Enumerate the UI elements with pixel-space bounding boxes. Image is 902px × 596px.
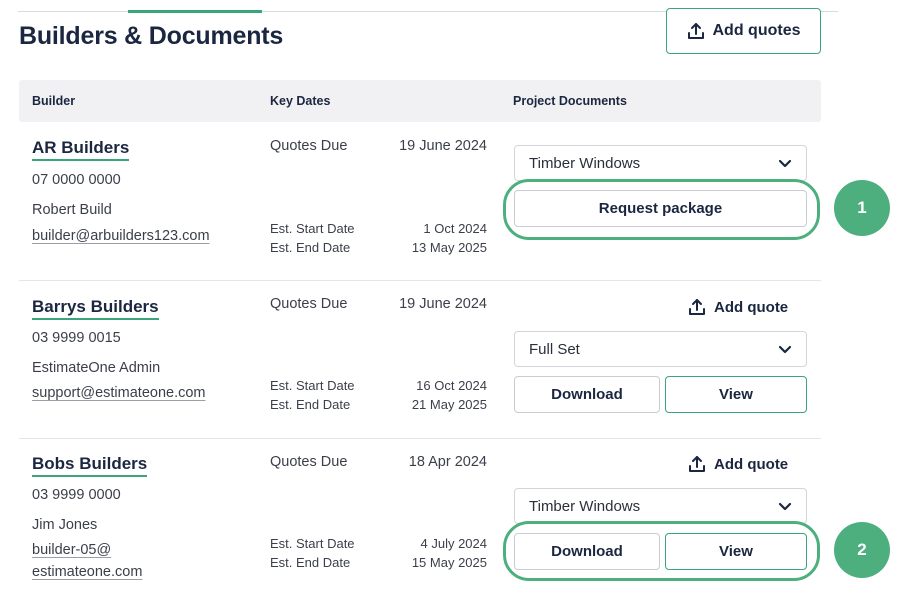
chevron-down-icon [778, 502, 792, 511]
builder-email-link[interactable]: builder@arbuilders123.com [32, 226, 210, 247]
est-start-label: Est. Start Date [270, 378, 355, 393]
upload-icon [689, 456, 705, 472]
builder-contact: Jim Jones [32, 517, 98, 533]
add-quotes-label: Add quotes [712, 22, 801, 39]
est-start-label: Est. Start Date [270, 536, 355, 551]
est-start-date: 4 July 2024 [420, 536, 488, 551]
builder-name-link[interactable]: Bobs Builders [32, 454, 148, 477]
builder-email-line1: builder-05@ [32, 542, 112, 558]
step-marker-1: 1 [834, 180, 890, 236]
est-end-date: 13 May 2025 [411, 240, 487, 255]
column-header-key-dates: Key Dates [270, 94, 331, 108]
builder-name-link[interactable]: Barrys Builders [32, 297, 159, 320]
est-end-label: Est. End Date [270, 240, 351, 255]
chevron-down-icon [778, 159, 792, 168]
active-tab-indicator [128, 10, 262, 13]
quotes-due-label: Quotes Due [270, 296, 348, 312]
table-header: Builder Key Dates Project Documents [19, 80, 821, 122]
builder-email-link[interactable]: support@estimateone.com [32, 383, 206, 404]
add-quote-button[interactable]: Add quote [688, 455, 788, 473]
quotes-due-date: 19 June 2024 [399, 138, 487, 154]
add-quote-label: Add quote [714, 455, 789, 473]
document-select[interactable]: Full Set [514, 331, 807, 367]
builder-phone: 03 9999 0015 [32, 330, 121, 346]
document-select-value: Timber Windows [529, 154, 641, 172]
est-end-label: Est. End Date [270, 397, 351, 412]
chevron-down-icon [778, 345, 792, 354]
est-start-date: 1 Oct 2024 [423, 221, 487, 236]
add-quote-label: Add quote [714, 298, 789, 316]
highlight-ring-2 [503, 521, 820, 581]
document-select-value: Timber Windows [529, 497, 641, 515]
builder-contact: Robert Build [32, 202, 112, 218]
view-button[interactable]: View [665, 376, 807, 413]
download-label: Download [551, 386, 623, 403]
add-quote-button[interactable]: Add quote [688, 298, 788, 316]
est-start-date: 16 Oct 2024 [416, 378, 487, 393]
document-select-value: Full Set [529, 340, 580, 358]
builder-phone: 07 0000 0000 [32, 172, 121, 188]
builder-phone: 03 9999 0000 [32, 487, 121, 503]
upload-icon [687, 23, 704, 39]
page-title: Builders & Documents [19, 22, 284, 50]
builder-email-line2: estimateone.com [32, 564, 143, 580]
column-header-builder: Builder [32, 94, 76, 108]
quotes-due-label: Quotes Due [270, 454, 348, 470]
quotes-due-label: Quotes Due [270, 138, 348, 154]
builder-name-link[interactable]: AR Builders [32, 138, 130, 161]
est-end-date: 21 May 2025 [411, 397, 487, 412]
est-end-label: Est. End Date [270, 555, 351, 570]
document-select[interactable]: Timber Windows [514, 145, 807, 181]
upload-icon [689, 299, 705, 315]
table-row: Barrys Builders 03 9999 0015 EstimateOne… [19, 281, 821, 438]
est-start-label: Est. Start Date [270, 221, 355, 236]
quotes-due-date: 18 Apr 2024 [408, 454, 487, 470]
view-label: View [719, 386, 753, 403]
step-marker-2: 2 [834, 522, 890, 578]
highlight-ring-1 [503, 179, 820, 240]
builder-contact: EstimateOne Admin [32, 360, 161, 376]
add-quotes-button[interactable]: Add quotes [666, 8, 821, 54]
download-button[interactable]: Download [514, 376, 660, 413]
est-end-date: 15 May 2025 [411, 555, 487, 570]
quotes-due-date: 19 June 2024 [399, 296, 487, 312]
document-select[interactable]: Timber Windows [514, 488, 807, 524]
column-header-project-documents: Project Documents [513, 94, 627, 108]
